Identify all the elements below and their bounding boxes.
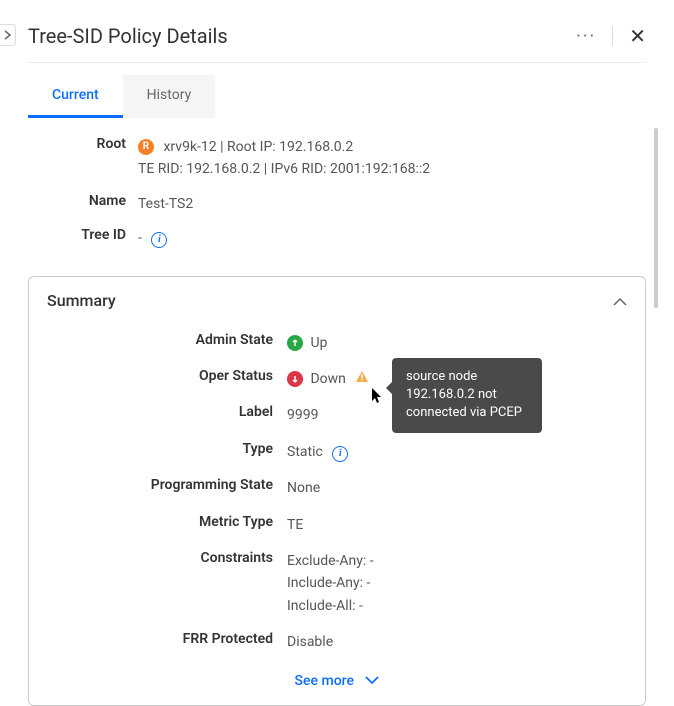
frr-protected-label: FRR Protected xyxy=(47,631,287,647)
more-actions-button[interactable]: ··· xyxy=(576,26,596,47)
constraints-include-all: Include-All: - xyxy=(287,598,363,614)
metric-type-value: TE xyxy=(287,514,303,536)
oper-status-value: Down xyxy=(310,371,345,387)
admin-state-label: Admin State xyxy=(47,332,287,348)
summary-card: Summary Admin State Up Oper Status xyxy=(28,276,646,706)
see-more-label: See more xyxy=(295,673,354,689)
constraints-include-any: Include-Any: - xyxy=(287,575,370,591)
tooltip-text: source node 192.168.0.2 not connected vi… xyxy=(406,369,522,420)
cursor-icon xyxy=(372,388,384,408)
arrow-down-icon xyxy=(287,371,303,387)
treeid-label: Tree ID xyxy=(28,227,138,243)
metric-type-label: Metric Type xyxy=(47,514,287,530)
oper-status-label: Oper Status xyxy=(47,368,287,384)
summary-header[interactable]: Summary xyxy=(29,277,645,324)
summary-title: Summary xyxy=(47,291,116,310)
panel-header: Tree-SID Policy Details ··· ✕ xyxy=(28,0,646,63)
admin-state-value: Up xyxy=(310,335,327,351)
root-line2: TE RID: 192.168.0.2 | IPv6 RID: 2001:192… xyxy=(138,161,430,177)
root-label: Root xyxy=(28,136,138,152)
name-value: Test-TS2 xyxy=(138,193,193,215)
root-line1: xrv9k-12 | Root IP: 192.168.0.2 xyxy=(163,139,353,155)
arrow-up-icon xyxy=(287,335,303,351)
chevron-down-icon xyxy=(365,673,379,689)
frr-protected-value: Disable xyxy=(287,631,333,653)
scrollbar-thumb[interactable] xyxy=(654,128,658,308)
close-button[interactable]: ✕ xyxy=(629,24,646,48)
label-value: 9999 xyxy=(287,404,318,426)
divider xyxy=(612,26,613,46)
info-icon[interactable]: i xyxy=(151,232,167,248)
warning-icon[interactable] xyxy=(355,371,369,387)
info-icon[interactable]: i xyxy=(332,446,348,462)
see-more-button[interactable]: See more xyxy=(295,673,380,689)
tab-history[interactable]: History xyxy=(123,75,216,118)
chevron-up-icon xyxy=(613,291,627,310)
scrollbar[interactable] xyxy=(654,128,658,624)
programming-state-label: Programming State xyxy=(47,477,287,493)
collapse-handle[interactable] xyxy=(0,24,16,46)
name-label: Name xyxy=(28,193,138,209)
constraints-exclude-any: Exclude-Any: - xyxy=(287,553,374,569)
constraints-label: Constraints xyxy=(47,550,287,566)
treeid-value: - xyxy=(138,230,142,246)
tooltip: source node 192.168.0.2 not connected vi… xyxy=(392,358,542,433)
label-label: Label xyxy=(47,404,287,420)
type-label: Type xyxy=(47,441,287,457)
type-value: Static xyxy=(287,444,323,460)
tabs: Current History xyxy=(28,75,646,118)
tab-current[interactable]: Current xyxy=(28,75,123,118)
programming-state-value: None xyxy=(287,477,320,499)
router-badge-icon: R xyxy=(138,139,154,155)
chevron-right-icon xyxy=(4,30,12,40)
page-title: Tree-SID Policy Details xyxy=(28,24,228,48)
